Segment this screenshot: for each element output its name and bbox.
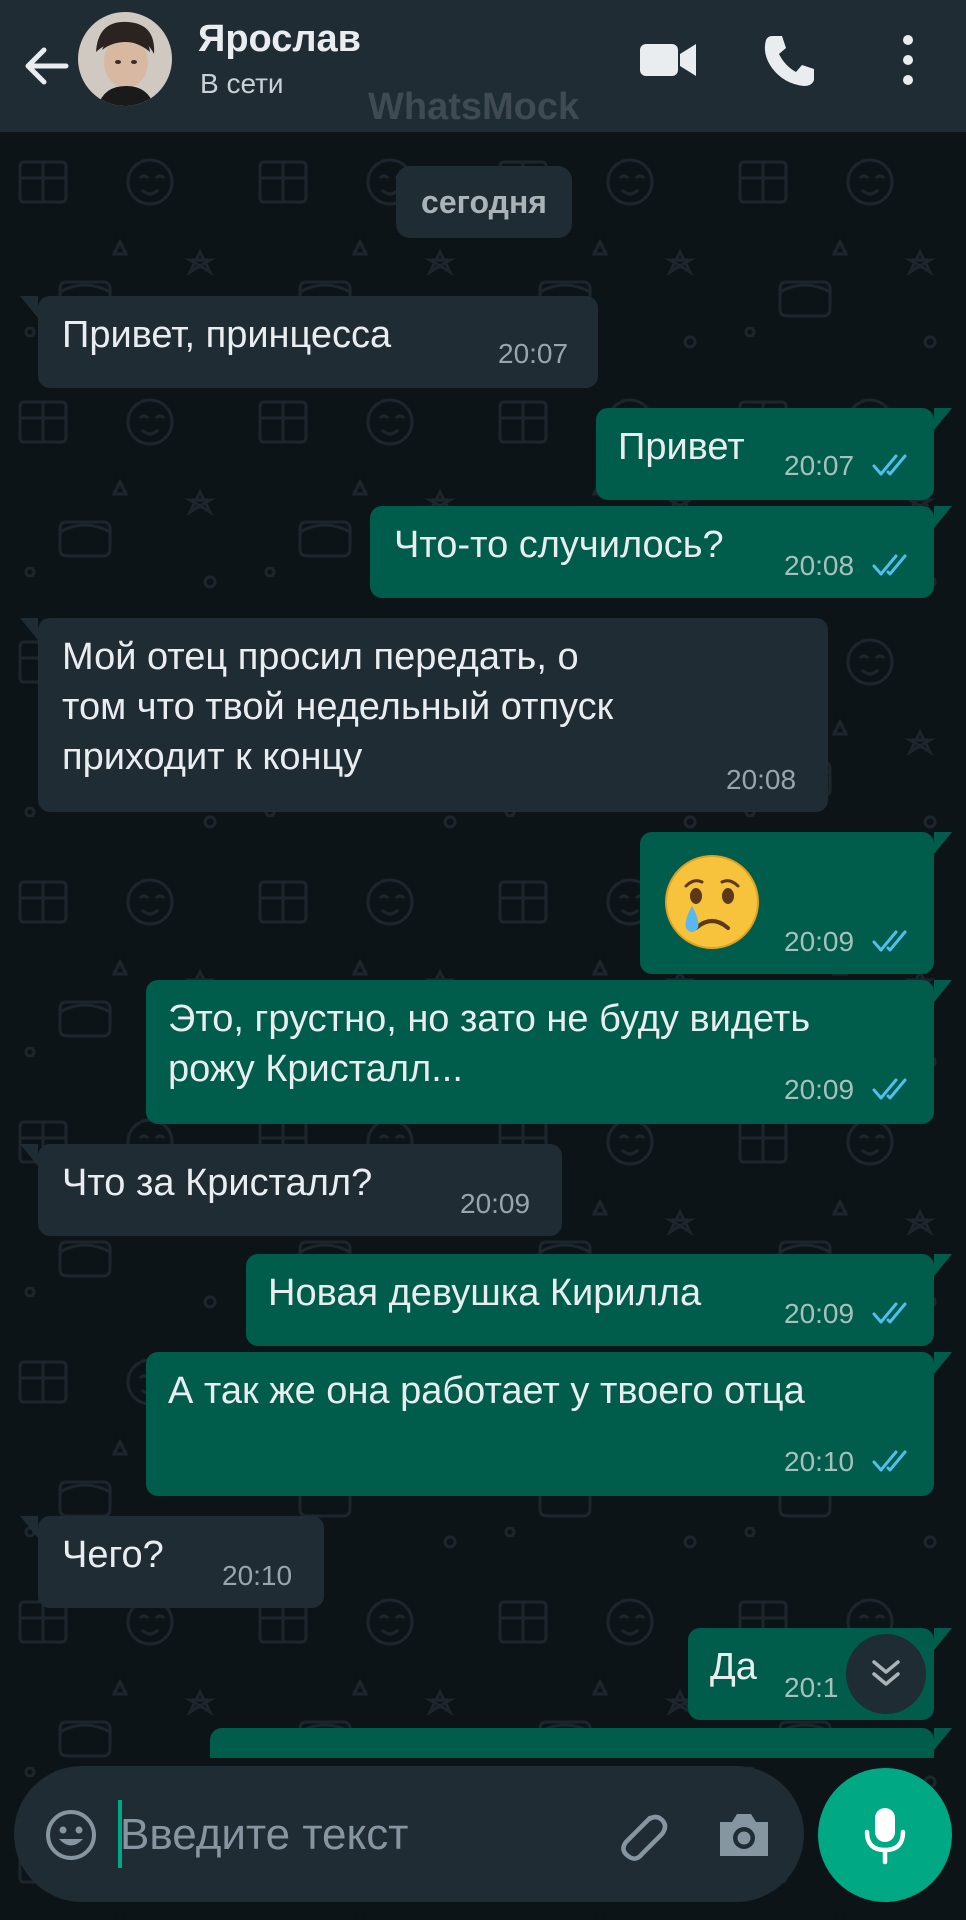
contact-name[interactable]: Ярослав	[198, 18, 361, 61]
message-incoming[interactable]: Чего? 20:10	[20, 1516, 324, 1608]
message-text: А так же она работает у твоего отца	[168, 1370, 805, 1412]
message-composer	[14, 1766, 804, 1902]
message-time: 20:09	[784, 1074, 855, 1105]
emoji-icon[interactable]	[44, 1808, 98, 1862]
message-text: Да	[710, 1646, 757, 1688]
crying-face-icon	[665, 855, 759, 949]
back-arrow-icon[interactable]	[18, 38, 74, 94]
chat-area[interactable]: сегодня Привет, принцесса 20:07 Привет 2…	[0, 132, 966, 1920]
avatar[interactable]	[78, 12, 172, 106]
message-text: Чего?	[62, 1534, 164, 1576]
read-receipt-icon	[872, 1450, 907, 1472]
message-incoming[interactable]: Мой отец просил передать, о том что твой…	[20, 618, 828, 812]
message-outgoing[interactable]: А так же она работает у твоего отца 20:1…	[146, 1352, 952, 1496]
message-outgoing-emoji[interactable]: 20:09	[640, 832, 952, 974]
message-outgoing[interactable]: Привет 20:07	[596, 408, 952, 500]
message-time: 20:08	[726, 764, 797, 795]
message-text: Новая девушка Кирилла	[268, 1272, 702, 1314]
read-receipt-icon	[872, 930, 907, 952]
message-text: Мой отец просил передать, о том что твой…	[62, 636, 614, 778]
contact-status: В сети	[200, 68, 284, 99]
message-time: 20:09	[784, 1298, 855, 1329]
read-receipt-icon	[872, 454, 907, 476]
message-time: 20:1	[784, 1672, 839, 1703]
message-text: Привет	[618, 426, 745, 468]
message-time: 20:07	[498, 338, 569, 369]
read-receipt-icon	[872, 1302, 907, 1324]
more-options-icon[interactable]	[876, 30, 940, 90]
microphone-icon	[864, 1808, 906, 1865]
read-receipt-icon	[872, 1078, 907, 1100]
video-call-icon[interactable]	[636, 30, 700, 90]
message-outgoing[interactable]: Это, грустно, но зато не буду видеть рож…	[146, 980, 952, 1124]
message-time: 20:10	[222, 1560, 293, 1591]
date-separator: сегодня	[396, 166, 572, 238]
watermark: WhatsMock	[368, 86, 580, 128]
voice-call-icon[interactable]	[758, 30, 822, 90]
message-time: 20:09	[784, 926, 855, 957]
message-time: 20:08	[784, 550, 855, 581]
attach-paperclip-icon[interactable]	[610, 1804, 672, 1866]
message-time: 20:09	[460, 1188, 531, 1219]
scroll-to-bottom-button[interactable]	[846, 1634, 926, 1714]
voice-message-button[interactable]	[818, 1768, 952, 1902]
camera-icon[interactable]	[714, 1806, 774, 1862]
read-receipt-icon	[872, 554, 907, 576]
message-incoming[interactable]: Что за Кристалл? 20:09	[20, 1144, 562, 1236]
message-text: Что за Кристалл?	[62, 1162, 373, 1204]
message-time: 20:10	[784, 1446, 855, 1477]
message-time: 20:07	[784, 450, 855, 481]
message-outgoing[interactable]: Что-то случилось? 20:08	[370, 506, 952, 598]
message-text: Что-то случилось?	[394, 524, 724, 566]
message-input[interactable]	[118, 1796, 602, 1874]
message-outgoing[interactable]: Новая девушка Кирилла 20:09	[246, 1254, 952, 1346]
double-chevron-down-icon	[872, 1660, 900, 1686]
message-text: Привет, принцесса	[62, 314, 392, 356]
message-incoming[interactable]: Привет, принцесса 20:07	[20, 296, 598, 388]
chat-header: Ярослав В сети WhatsMock	[0, 0, 966, 132]
message-text: Это, грустно, но зато не буду видеть рож…	[168, 998, 811, 1090]
message-outgoing-partial[interactable]	[210, 1728, 952, 1758]
